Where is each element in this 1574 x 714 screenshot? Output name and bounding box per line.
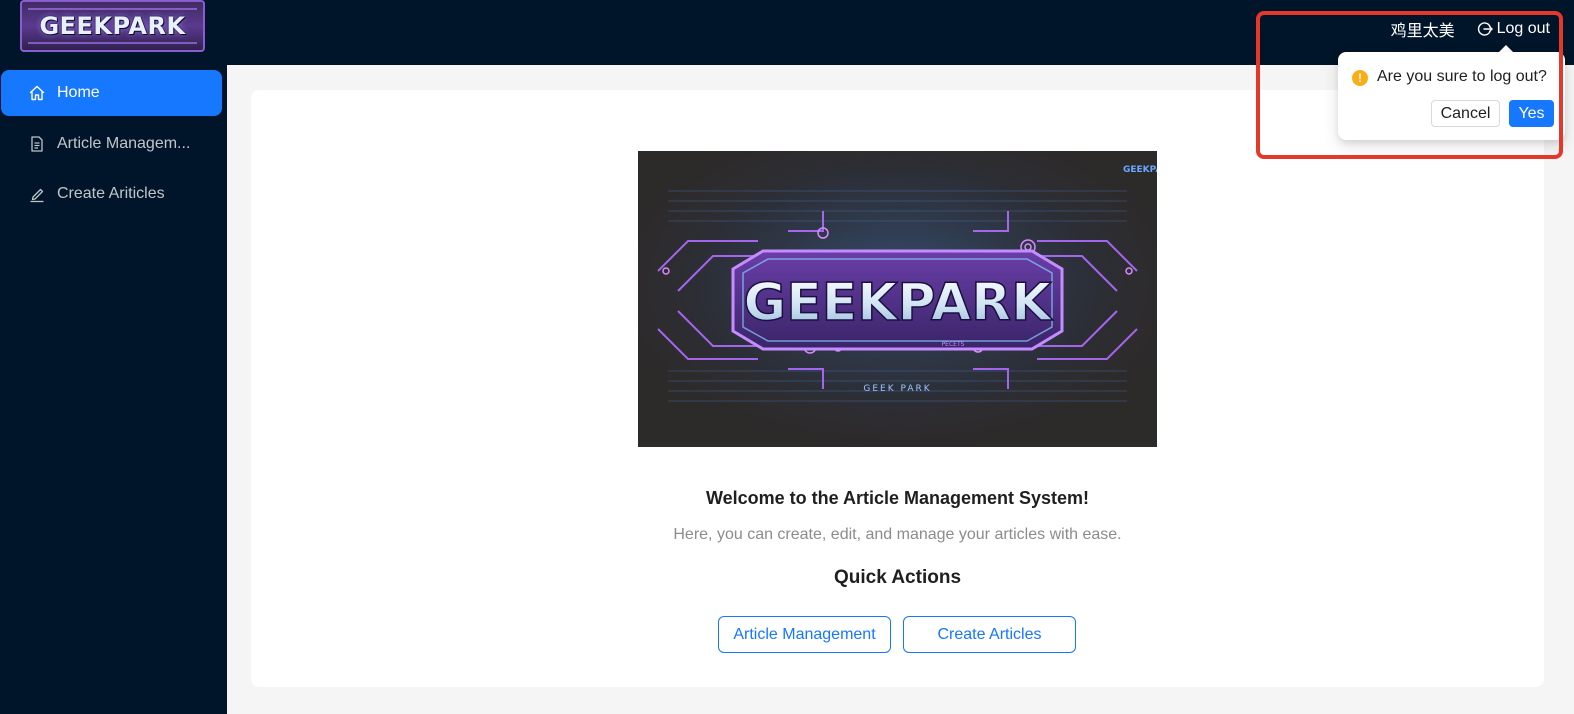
sidebar: Home Article Managem... Create Ariticles — [0, 65, 227, 714]
logout-popconfirm: ! Are you sure to log out? Cancel Yes — [1338, 52, 1565, 140]
sidebar-item-label: Create Ariticles — [57, 185, 165, 202]
geekpark-logo[interactable]: GEEKPARK — [20, 0, 205, 52]
yes-button[interactable]: Yes — [1509, 100, 1554, 127]
banner-inner-label: PECETS — [942, 341, 965, 348]
logo-text: GEEKPARK — [39, 12, 186, 40]
home-icon — [29, 85, 45, 101]
logout-label: Log out — [1496, 20, 1550, 37]
popconfirm-message: Are you sure to log out? — [1377, 68, 1547, 85]
sidebar-item-label: Home — [57, 84, 100, 101]
top-header: GEEKPARK 鸡里太美 Log out — [0, 0, 1574, 65]
welcome-title: Welcome to the Article Management System… — [705, 488, 1090, 508]
logout-button[interactable]: Log out — [1477, 20, 1550, 38]
warning-icon: ! — [1352, 70, 1368, 86]
quick-actions-title: Quick Actions — [833, 567, 962, 588]
banner-subtitle: GEEK PARK — [863, 384, 931, 394]
banner-corner-text: GEEKPA — [1123, 165, 1157, 175]
article-management-button[interactable]: Article Management — [718, 616, 891, 653]
file-icon — [31, 136, 43, 152]
banner-title: GEEKPARK — [744, 273, 1054, 333]
sidebar-item-home[interactable]: Home — [1, 70, 222, 116]
cancel-button[interactable]: Cancel — [1431, 100, 1500, 127]
logout-icon — [1477, 22, 1493, 36]
username: 鸡里太美 — [1390, 21, 1455, 40]
header-user-area: 鸡里太美 Log out — [1391, 18, 1550, 40]
create-articles-button[interactable]: Create Articles — [903, 616, 1076, 653]
banner-artwork: GEEKPARK GEEK PARK PECETS GEEKPA — [638, 151, 1157, 447]
main-content-card: GEEKPARK GEEK PARK PECETS GEEKPA Welcome… — [251, 90, 1544, 687]
sidebar-item-create-articles[interactable]: Create Ariticles — [1, 171, 222, 217]
sidebar-item-article-management[interactable]: Article Managem... — [1, 121, 222, 167]
welcome-subtitle: Here, you can create, edit, and manage y… — [673, 526, 1122, 543]
sidebar-item-label: Article Managem... — [57, 135, 191, 152]
geekpark-banner-image: GEEKPARK GEEK PARK PECETS GEEKPA — [638, 151, 1157, 447]
edit-icon — [30, 188, 44, 203]
